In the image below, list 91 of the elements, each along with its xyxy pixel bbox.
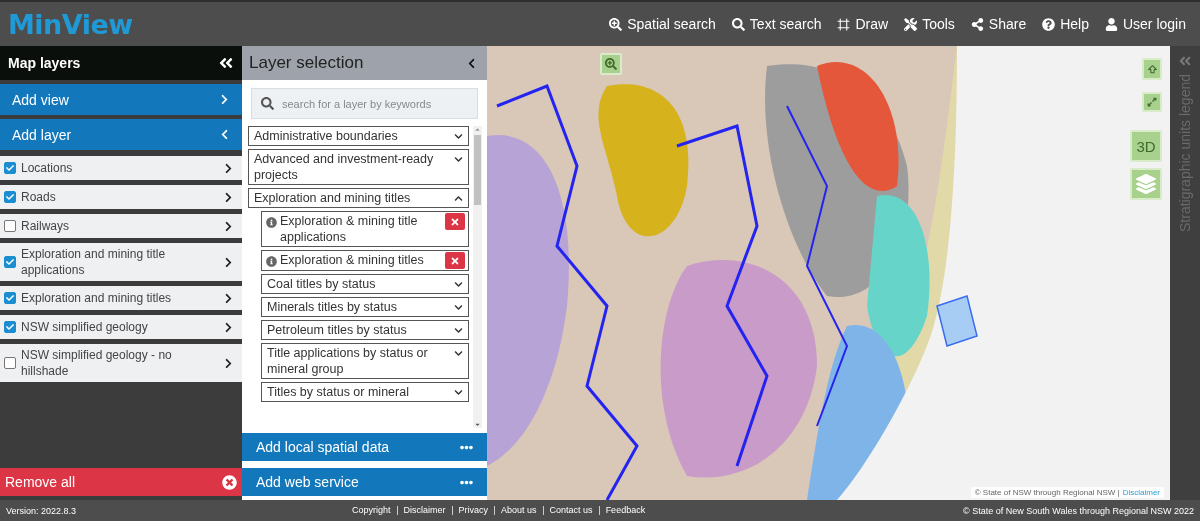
layer-label: Roads (21, 189, 57, 205)
info-icon[interactable] (266, 217, 277, 228)
scroll-down-icon[interactable] (474, 421, 481, 428)
search-icon (261, 97, 274, 110)
layer-row[interactable]: NSW simplified geology - no hillshade (0, 344, 242, 382)
chevron-right-icon[interactable] (223, 220, 234, 232)
layer-row[interactable]: NSW simplified geology (0, 315, 242, 339)
info-icon[interactable] (266, 256, 277, 267)
help-icon (1042, 17, 1056, 31)
layer-name: Exploration & mining title applications (280, 213, 419, 245)
layer-group[interactable]: Exploration and mining titles (248, 188, 469, 208)
layer-row[interactable]: Roads (0, 185, 242, 209)
expand-icon[interactable] (1178, 54, 1192, 68)
layer-label: Railways (21, 218, 70, 234)
checkbox[interactable] (4, 191, 16, 203)
search-field[interactable]: search for a layer by keywords (251, 88, 478, 119)
nav-link[interactable]: Share (970, 16, 1027, 32)
layer-group[interactable]: Titles by status or mineral (261, 382, 469, 402)
layer-group[interactable]: Administrative boundaries (248, 126, 469, 146)
footer-link[interactable]: Copyright (346, 506, 397, 515)
collapse-icon[interactable] (218, 55, 234, 71)
version-text: Version: 2022.8.3 (6, 505, 78, 516)
layer-group[interactable]: Advanced and investment-ready projects (248, 149, 469, 185)
checkbox[interactable] (4, 357, 16, 369)
fullscreen-button[interactable] (1142, 92, 1162, 112)
chevron-right-icon[interactable] (223, 357, 234, 369)
tools-icon (904, 17, 918, 31)
layer-name: Exploration & mining titles (280, 252, 425, 268)
nav-link[interactable]: Text search (731, 16, 822, 32)
checkbox[interactable] (4, 321, 16, 333)
scrollbar-thumb[interactable] (474, 135, 481, 205)
footer-link[interactable]: Disclaimer (396, 506, 452, 515)
footer-link[interactable]: Feedback (598, 506, 652, 515)
scrollbar[interactable] (473, 126, 482, 428)
nav-link[interactable]: Help (1042, 16, 1089, 32)
footer-link[interactable]: Contact us (542, 506, 599, 515)
checkbox[interactable] (4, 292, 16, 304)
search-icon (731, 17, 745, 31)
chevron-right-icon[interactable] (223, 256, 234, 268)
close-icon (450, 216, 460, 227)
panel-title: Map layers (8, 55, 81, 71)
layers-icon (1136, 174, 1156, 194)
layer-row[interactable]: Exploration and mining title applications (0, 243, 242, 281)
copyright-text: © State of New South Wales through Regional NSW 2022 (963, 505, 1194, 516)
3d-button[interactable]: 3D (1130, 130, 1162, 162)
remove-layer-button[interactable] (445, 252, 465, 269)
footer-link[interactable]: Privacy (451, 506, 495, 515)
layer-label: Exploration and mining titles (21, 290, 173, 306)
chevron-left-icon[interactable] (466, 57, 477, 69)
layer-row[interactable]: Locations (0, 156, 242, 180)
layer-label: Locations (21, 160, 74, 176)
layer-label: NSW simplified geology - no hillshade (21, 347, 173, 379)
panel-title: Layer selection (249, 53, 364, 73)
home-button[interactable] (1142, 58, 1162, 80)
zoom-in-icon (609, 17, 623, 31)
close-icon (450, 255, 460, 266)
nav-link[interactable]: Draw (837, 16, 889, 32)
checkbox[interactable] (4, 162, 16, 174)
zoom-in-icon (605, 58, 617, 70)
layer-row[interactable]: Exploration and mining titles (0, 286, 242, 310)
chevron-right-icon[interactable] (223, 191, 234, 203)
expand-icon (1147, 97, 1157, 107)
layer-group[interactable]: Petroleum titles by status (261, 320, 469, 340)
logo: MinView (8, 8, 133, 40)
checkbox[interactable] (4, 220, 16, 232)
chevron-right-icon[interactable] (223, 321, 234, 333)
attribution-text: © State of NSW through Regional NSW | (974, 488, 1120, 497)
layer-group[interactable]: Coal titles by status (261, 274, 469, 294)
footer-link[interactable]: About us (494, 506, 543, 515)
zoom-button[interactable] (600, 53, 622, 75)
remove-layer-button[interactable] (445, 213, 465, 230)
panel-button[interactable]: Add web service (242, 468, 487, 496)
share-icon (970, 17, 984, 31)
arrow-up-icon (1145, 62, 1159, 76)
panel-button[interactable]: Add local spatial data (242, 433, 487, 461)
nav-link[interactable]: User login (1104, 16, 1186, 32)
chevron-right-icon[interactable] (223, 162, 234, 174)
layer-row[interactable]: Railways (0, 214, 242, 238)
checkbox[interactable] (4, 256, 16, 268)
remove-all-button[interactable]: Remove all (0, 468, 242, 496)
layer-group[interactable]: Minerals titles by status (261, 297, 469, 317)
user-icon (1104, 17, 1118, 31)
panel-button[interactable]: Add layer (0, 119, 242, 150)
nav-link[interactable]: Spatial search (609, 16, 716, 32)
layer-group[interactable]: Title applications by status or mineral group (261, 343, 469, 379)
layer-label: NSW simplified geology (21, 319, 149, 335)
layer-label: Exploration and mining title applications (21, 246, 167, 278)
frame-icon (837, 17, 851, 31)
panel-button[interactable]: Add view (0, 84, 242, 115)
chevron-right-icon[interactable] (223, 292, 234, 304)
nav-link[interactable]: Tools (904, 16, 955, 32)
